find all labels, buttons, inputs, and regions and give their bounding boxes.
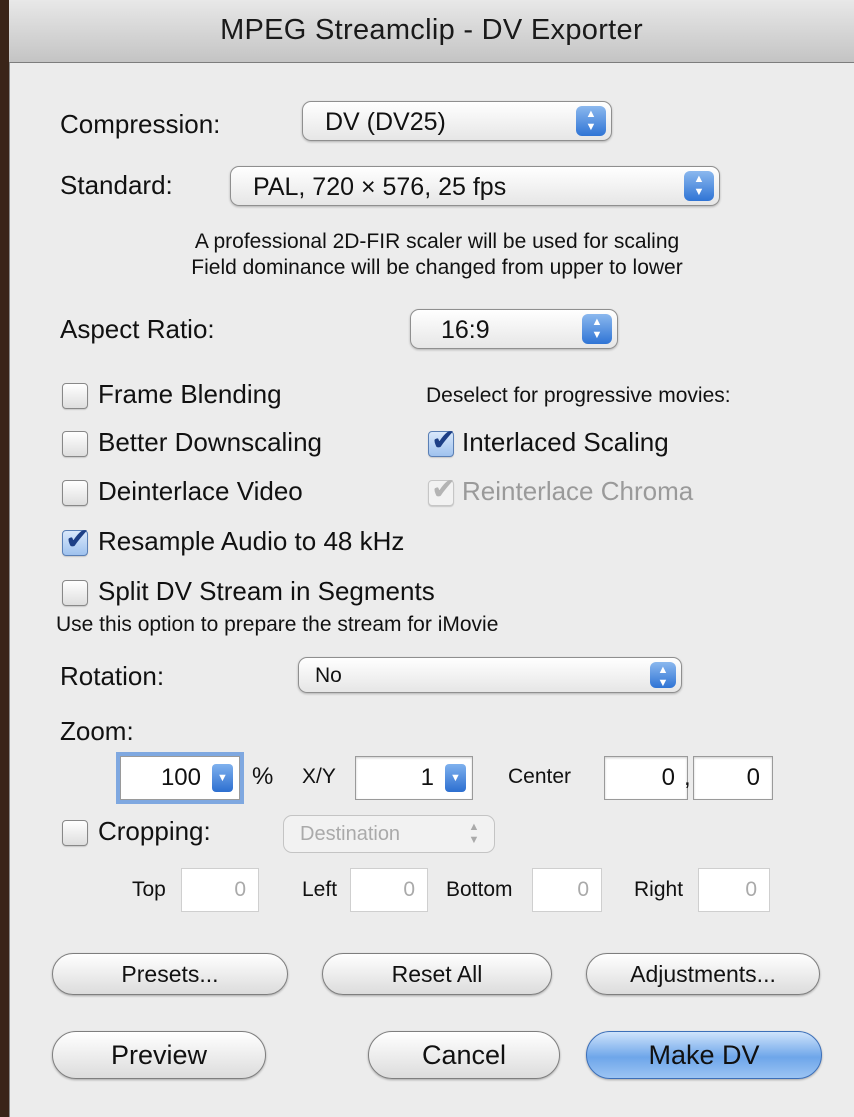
split-dv-note: Use this option to prepare the stream fo…: [56, 613, 499, 636]
center-x-value: 0: [661, 764, 675, 791]
popup-arrows-icon: ▲ ▼: [576, 106, 606, 136]
xy-value: 1: [420, 764, 434, 791]
standard-popup[interactable]: PAL, 720 × 576, 25 fps ▲ ▼: [230, 166, 720, 206]
standard-label: Standard:: [60, 170, 173, 200]
aspect-ratio-label: Aspect Ratio:: [60, 314, 215, 344]
better-downscaling-checkbox[interactable]: [62, 431, 88, 457]
interlaced-scaling-label: Interlaced Scaling: [462, 427, 669, 457]
cropping-checkbox[interactable]: [62, 820, 88, 846]
crop-top-label: Top: [132, 878, 166, 901]
center-y-field[interactable]: 0: [693, 756, 773, 800]
cancel-button-label: Cancel: [421, 1040, 507, 1070]
cropping-label: Cropping:: [98, 816, 211, 846]
zoom-combo[interactable]: 100 ▼: [120, 756, 240, 800]
xy-label: X/Y: [302, 765, 336, 788]
reset-all-button[interactable]: Reset All: [322, 953, 552, 995]
aspect-ratio-value: 16:9: [441, 316, 490, 344]
crop-top-field[interactable]: 0: [181, 868, 259, 912]
rotation-value: No: [315, 664, 342, 687]
center-y-value: 0: [746, 764, 760, 791]
chevron-down-icon[interactable]: ▼: [212, 764, 233, 792]
zoom-label: Zoom:: [60, 716, 134, 746]
make-dv-button[interactable]: Make DV: [586, 1031, 822, 1079]
reinterlace-chroma-checkbox[interactable]: ✔: [428, 473, 456, 506]
compression-popup[interactable]: DV (DV25) ▲ ▼: [302, 101, 612, 141]
crop-left-value: 0: [403, 878, 415, 901]
deinterlace-video-checkbox[interactable]: [62, 480, 88, 506]
crop-left-label: Left: [302, 878, 338, 901]
cancel-button[interactable]: Cancel: [368, 1031, 560, 1079]
center-separator: ,: [684, 764, 691, 791]
crop-top-value: 0: [234, 878, 246, 901]
crop-left-field[interactable]: 0: [350, 868, 428, 912]
preview-button-label: Preview: [110, 1040, 208, 1070]
zoom-percent-label: %: [252, 763, 274, 790]
standard-value: PAL, 720 × 576, 25 fps: [253, 173, 507, 201]
checkmark-icon: ✔: [65, 523, 91, 556]
center-x-field[interactable]: 0: [604, 756, 688, 800]
chevron-down-icon[interactable]: ▼: [445, 764, 466, 792]
resample-audio-checkbox[interactable]: ✔: [62, 523, 90, 556]
compression-value: DV (DV25): [325, 108, 446, 136]
popup-arrows-icon: ▲ ▼: [582, 314, 612, 344]
window-title: MPEG Streamclip - DV Exporter: [220, 14, 643, 46]
interlaced-scaling-checkbox[interactable]: ✔: [428, 424, 456, 457]
preview-button[interactable]: Preview: [52, 1031, 266, 1079]
resample-audio-label: Resample Audio to 48 kHz: [98, 526, 405, 556]
crop-bottom-label: Bottom: [446, 878, 513, 901]
cropping-mode-value: Destination: [300, 823, 401, 845]
popup-arrows-icon: ▲ ▼: [468, 821, 480, 846]
presets-button-label: Presets...: [121, 961, 219, 987]
adjustments-button-label: Adjustments...: [630, 961, 776, 987]
checkmark-icon: ✔: [431, 424, 457, 457]
split-dv-label: Split DV Stream in Segments: [98, 576, 435, 606]
presets-button[interactable]: Presets...: [52, 953, 288, 995]
progressive-note: Deselect for progressive movies:: [426, 384, 731, 407]
crop-bottom-field[interactable]: 0: [532, 868, 602, 912]
split-dv-checkbox[interactable]: [62, 580, 88, 606]
popup-arrows-icon: ▲ ▼: [650, 662, 676, 689]
center-label: Center: [508, 765, 572, 788]
scaler-note: A professional 2D-FIR scaler will be use…: [194, 230, 680, 253]
rotation-label: Rotation:: [60, 661, 165, 691]
frame-blending-label: Frame Blending: [98, 379, 282, 409]
compression-label: Compression:: [60, 109, 221, 139]
crop-right-field[interactable]: 0: [698, 868, 770, 912]
deinterlace-video-label: Deinterlace Video: [98, 476, 303, 506]
adjustments-button[interactable]: Adjustments...: [586, 953, 820, 995]
xy-combo[interactable]: 1 ▼: [355, 756, 473, 800]
frame-blending-checkbox[interactable]: [62, 383, 88, 409]
better-downscaling-label: Better Downscaling: [98, 427, 322, 457]
reinterlace-chroma-label: Reinterlace Chroma: [462, 476, 694, 506]
popup-arrows-icon: ▲ ▼: [684, 171, 714, 201]
cropping-mode-popup[interactable]: Destination ▲ ▼: [283, 815, 495, 853]
field-dominance-note: Field dominance will be changed from upp…: [191, 256, 683, 279]
zoom-value: 100: [160, 764, 201, 791]
checkmark-icon: ✔: [431, 473, 457, 506]
crop-right-value: 0: [745, 878, 757, 901]
make-dv-button-label: Make DV: [648, 1040, 760, 1070]
reset-all-button-label: Reset All: [391, 961, 483, 987]
crop-bottom-value: 0: [577, 878, 589, 901]
background-strip: [0, 0, 9, 1117]
aspect-ratio-popup[interactable]: 16:9 ▲ ▼: [410, 309, 618, 349]
crop-right-label: Right: [634, 878, 684, 901]
rotation-popup[interactable]: No ▲ ▼: [298, 657, 682, 693]
